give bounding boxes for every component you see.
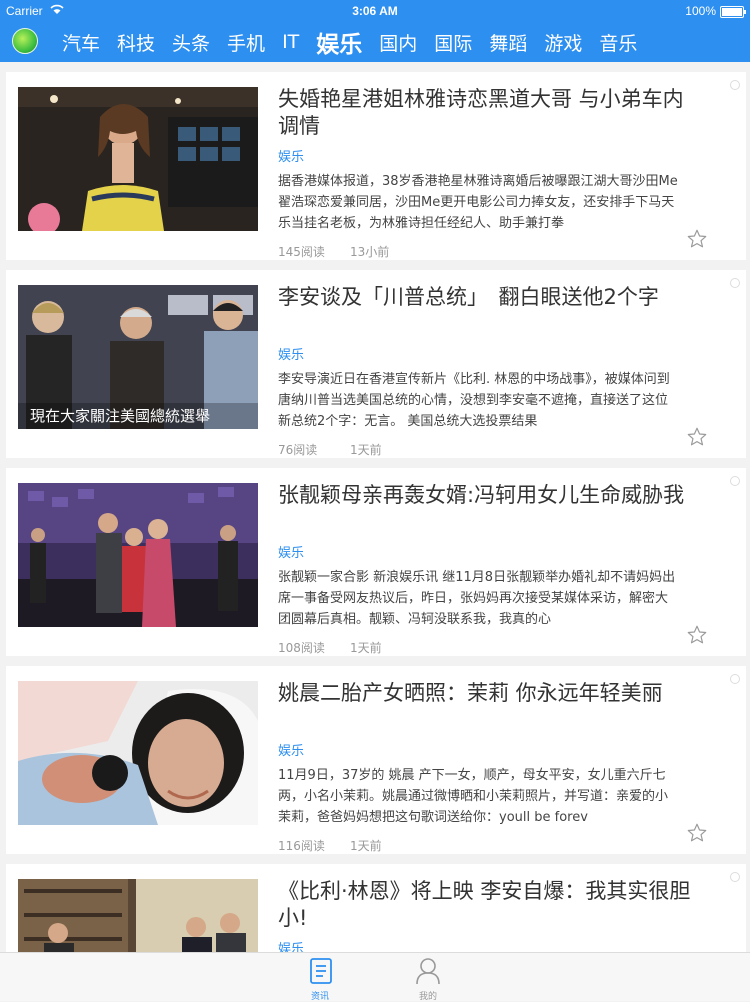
- news-category: 娱乐: [278, 348, 305, 363]
- news-card[interactable]: 张靓颖母亲再轰女婿:冯轲用女儿生命威胁我 娱乐 张靓颖一家合影 新浪娱乐讯 继1…: [6, 468, 746, 656]
- news-title[interactable]: 失婚艳星港姐林雅诗恋黑道大哥 与小弟车内调情: [278, 86, 698, 140]
- news-summary: 李安导演近日在香港宣传新片《比利. 林恩的中场战事》，被媒体问到唐纳川普当选美国…: [278, 372, 670, 429]
- star-icon[interactable]: [686, 228, 708, 250]
- news-thumbnail[interactable]: [18, 87, 258, 231]
- read-count: 145阅读: [278, 245, 325, 259]
- news-category: 娱乐: [278, 942, 305, 952]
- news-category: 娱乐: [278, 744, 305, 759]
- star-icon[interactable]: [686, 426, 708, 448]
- news-title[interactable]: 张靓颖母亲再轰女婿:冯轲用女儿生命威胁我: [278, 482, 698, 509]
- status-bar: Carrier 3:06 AM 100%: [0, 0, 750, 22]
- news-summary: 张靓颖一家合影 新浪娱乐讯 继11月8日张靓颖举办婚礼却不请妈妈出席一事备受网友…: [278, 570, 676, 627]
- app-logo[interactable]: [12, 28, 38, 54]
- dot-icon: [730, 278, 740, 288]
- publish-time: 1天前: [350, 443, 382, 457]
- news-card[interactable]: 失婚艳星港姐林雅诗恋黑道大哥 与小弟车内调情 娱乐 据香港媒体报道，38岁香港艳…: [6, 72, 746, 260]
- tab-news[interactable]: 资讯: [290, 957, 350, 1002]
- news-thumbnail[interactable]: [18, 681, 258, 825]
- news-title[interactable]: 《比利·林恩》将上映 李安自爆：我其实很胆小!: [278, 878, 698, 932]
- category-nav: 汽车 科技 头条 手机 IT 娱乐 国内 国际 舞蹈 游戏 音乐: [0, 22, 750, 62]
- publish-time: 1天前: [350, 839, 382, 853]
- tab-games[interactable]: 游戏: [544, 29, 582, 56]
- star-icon[interactable]: [686, 822, 708, 844]
- publish-time: 1天前: [350, 641, 382, 655]
- tab-news-label: 资讯: [310, 992, 329, 1002]
- publish-time: 13小前: [350, 245, 390, 259]
- tab-entertainment[interactable]: 娱乐: [316, 25, 362, 59]
- tab-phones[interactable]: 手机: [227, 29, 265, 56]
- bottom-tab-bar: 资讯 我的: [0, 952, 750, 1002]
- news-category: 娱乐: [278, 150, 305, 165]
- battery-percent: 100%: [685, 4, 716, 18]
- clock: 3:06 AM: [352, 4, 398, 18]
- tab-it[interactable]: IT: [282, 31, 299, 53]
- tab-headlines[interactable]: 头条: [172, 29, 210, 56]
- dot-icon: [730, 80, 740, 90]
- news-feed[interactable]: 失婚艳星港姐林雅诗恋黑道大哥 与小弟车内调情 娱乐 据香港媒体报道，38岁香港艳…: [0, 62, 750, 952]
- news-icon: [308, 957, 334, 989]
- dot-icon: [730, 674, 740, 684]
- news-title[interactable]: 李安谈及「川普总统」 翻白眼送他2个字: [278, 284, 698, 311]
- star-icon[interactable]: [686, 624, 708, 646]
- tab-music[interactable]: 音乐: [599, 29, 637, 56]
- dot-icon: [730, 476, 740, 486]
- dot-icon: [730, 872, 740, 882]
- category-tabs: 汽车 科技 头条 手机 IT 娱乐 国内 国际 舞蹈 游戏 音乐: [62, 22, 654, 62]
- news-thumbnail[interactable]: [18, 879, 258, 952]
- news-summary: 11月9日，37岁的 姚晨 产下一女，顺产，母女平安，女儿重六斤七两，小名小茉莉…: [278, 768, 669, 825]
- news-thumbnail[interactable]: [18, 483, 258, 627]
- news-summary: 据香港媒体报道，38岁香港艳星林雅诗离婚后被曝跟江湖大哥沙田Me翟浩琛恋爱兼同居…: [278, 174, 678, 231]
- tab-mine[interactable]: 我的: [398, 957, 458, 1002]
- news-thumbnail[interactable]: 現在大家關注美國總統選舉: [18, 285, 258, 429]
- tab-auto[interactable]: 汽车: [62, 29, 100, 56]
- read-count: 76阅读: [278, 443, 318, 457]
- news-title[interactable]: 姚晨二胎产女晒照：茉莉 你永远年轻美丽: [278, 680, 698, 707]
- news-card[interactable]: 姚晨二胎产女晒照：茉莉 你永远年轻美丽 娱乐 11月9日，37岁的 姚晨 产下一…: [6, 666, 746, 854]
- news-card[interactable]: 《比利·林恩》将上映 李安自爆：我其实很胆小! 娱乐: [6, 864, 746, 952]
- tab-mine-label: 我的: [418, 992, 437, 1002]
- image-caption: 現在大家關注美國總統選舉: [30, 407, 211, 425]
- news-category: 娱乐: [278, 546, 305, 561]
- read-count: 116阅读: [278, 839, 325, 853]
- tab-dance[interactable]: 舞蹈: [489, 29, 527, 56]
- read-count: 108阅读: [278, 641, 325, 655]
- tab-international[interactable]: 国际: [434, 29, 472, 56]
- news-card[interactable]: 現在大家關注美國總統選舉 李安谈及「川普总统」 翻白眼送他2个字 娱乐 李安导演…: [6, 270, 746, 458]
- tab-tech[interactable]: 科技: [117, 29, 155, 56]
- battery-icon: [720, 6, 746, 18]
- tab-domestic[interactable]: 国内: [379, 29, 417, 56]
- user-icon: [415, 957, 441, 989]
